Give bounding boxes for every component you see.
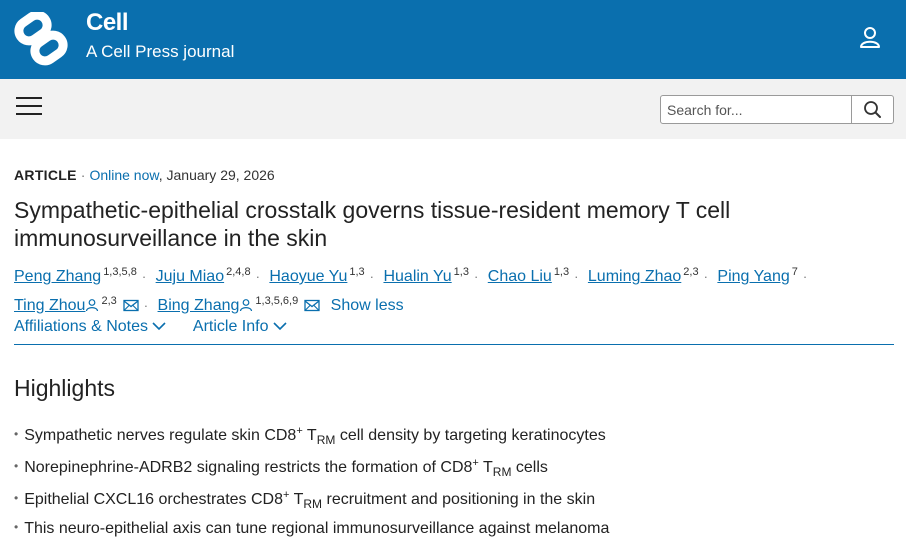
author-affiliation[interactable]: 1,3 bbox=[454, 266, 469, 278]
bullet-icon: • bbox=[14, 459, 19, 473]
user-account-icon[interactable] bbox=[856, 24, 884, 52]
author-affiliation[interactable]: 1,3 bbox=[554, 266, 569, 278]
search-input[interactable] bbox=[661, 96, 851, 123]
article-title: Sympathetic-epithelial crosstalk governs… bbox=[14, 197, 731, 251]
search-icon bbox=[864, 101, 881, 118]
author-affiliation[interactable]: 7 bbox=[792, 266, 798, 278]
highlight-item: • Sympathetic nerves regulate skin CD8+ T… bbox=[14, 420, 894, 452]
highlight-t: T bbox=[302, 427, 317, 444]
publish-date: January 29, 2026 bbox=[166, 167, 275, 183]
corresponding-author-icon[interactable] bbox=[85, 296, 99, 320]
author-item: Bing Zhang 1,3,5,6,9 bbox=[158, 295, 321, 314]
author-link[interactable]: Hualin Yu bbox=[383, 268, 451, 285]
tab-label: Article Info bbox=[192, 318, 269, 335]
top-bar: Cell A Cell Press journal bbox=[0, 0, 906, 79]
highlight-sub: RM bbox=[492, 465, 512, 479]
highlight-sub: RM bbox=[316, 433, 336, 447]
author-separator: · bbox=[369, 269, 375, 284]
author-link[interactable]: Haoyue Yu bbox=[269, 268, 347, 285]
author-separator: · bbox=[574, 269, 579, 284]
highlights-heading: Highlights bbox=[14, 375, 115, 401]
author-item: Peng Zhang 1,3,5,8 bbox=[14, 266, 137, 285]
highlight-item: • This neuro-epithelial axis can tune reg… bbox=[14, 516, 894, 548]
brand-name[interactable]: Cell bbox=[86, 9, 129, 37]
highlight-text: Sympathetic nerves regulate skin CD8 bbox=[24, 427, 297, 444]
highlight-t: T bbox=[289, 491, 304, 508]
chevron-down-icon bbox=[273, 322, 287, 331]
section-divider bbox=[14, 344, 894, 345]
author-link[interactable]: Ting Zhou bbox=[14, 297, 85, 314]
author-item: Ting Zhou 2,3 bbox=[14, 295, 139, 314]
search-box bbox=[660, 95, 894, 124]
author-item: Chao Liu 1,3 bbox=[488, 266, 569, 285]
chevron-down-icon bbox=[152, 322, 167, 331]
highlights-list: • Sympathetic nerves regulate skin CD8+ T… bbox=[14, 420, 894, 548]
email-icon[interactable] bbox=[123, 296, 139, 320]
author-link[interactable]: Juju Miao bbox=[156, 268, 224, 285]
meta-separator: · bbox=[80, 167, 86, 183]
author-affiliation[interactable]: 2,4,8 bbox=[226, 266, 250, 278]
tab-label: Affiliations & Notes bbox=[14, 318, 148, 335]
highlight-item: • Epithelial CXCL16 orchestrates CD8+ TRM… bbox=[14, 484, 894, 516]
author-separator: · bbox=[703, 269, 708, 284]
article-type: ARTICLE bbox=[14, 167, 77, 183]
author-item: Haoyue Yu 1,3 bbox=[269, 266, 364, 285]
author-item: Ping Yang 7 bbox=[717, 266, 798, 285]
bullet-icon: • bbox=[14, 427, 19, 441]
highlight-text: Norepinephrine-ADRB2 signaling restricts… bbox=[24, 459, 473, 476]
highlight-text: cell density by targeting keratinocytes bbox=[335, 427, 606, 444]
highlight-text: Epithelial CXCL16 orchestrates CD8 bbox=[24, 491, 283, 508]
search-button[interactable] bbox=[851, 96, 893, 123]
author-affiliation[interactable]: 1,3,5,6,9 bbox=[255, 295, 298, 307]
tab-article-info[interactable]: Article Info bbox=[193, 318, 287, 336]
author-separator: · bbox=[473, 269, 479, 284]
article-meta: ARTICLE · Online now, January 29, 2026 bbox=[14, 167, 275, 183]
corresponding-author-icon[interactable] bbox=[239, 296, 253, 320]
author-item: Hualin Yu 1,3 bbox=[383, 266, 469, 285]
online-now-link[interactable]: Online now bbox=[89, 167, 158, 183]
hamburger-menu-icon[interactable] bbox=[16, 97, 42, 119]
highlight-t: T bbox=[478, 459, 493, 476]
author-affiliation[interactable]: 2,3 bbox=[101, 295, 116, 307]
author-list: Peng Zhang 1,3,5,8 · Juju Miao 2,4,8 · Haoyu… bbox=[14, 260, 894, 320]
highlight-text: recruitment and positioning in the skin bbox=[322, 491, 596, 508]
author-separator: · bbox=[802, 269, 808, 284]
author-item: Luming Zhao 2,3 bbox=[588, 266, 699, 285]
author-link[interactable]: Bing Zhang bbox=[158, 297, 240, 314]
tab-affiliations[interactable]: Affiliations & Notes bbox=[14, 318, 167, 336]
cell-logo-icon[interactable] bbox=[14, 10, 70, 71]
author-separator: · bbox=[143, 298, 149, 313]
author-separator: · bbox=[255, 269, 260, 284]
highlight-text: cells bbox=[511, 459, 548, 476]
author-affiliation[interactable]: 1,3,5,8 bbox=[103, 266, 137, 278]
highlight-text: This neuro-epithelial axis can tune regi… bbox=[24, 520, 610, 537]
author-affiliation[interactable]: 1,3 bbox=[349, 266, 364, 278]
highlight-item: • Norepinephrine-ADRB2 signaling restrict… bbox=[14, 452, 894, 484]
author-link[interactable]: Ping Yang bbox=[717, 268, 789, 285]
show-less-link[interactable]: Show less bbox=[331, 297, 404, 314]
meta-comma: , bbox=[158, 167, 167, 183]
author-link[interactable]: Luming Zhao bbox=[588, 268, 681, 285]
bullet-icon: • bbox=[14, 491, 19, 505]
email-icon[interactable] bbox=[304, 296, 320, 320]
bullet-icon: • bbox=[14, 520, 19, 534]
author-item: Juju Miao 2,4,8 bbox=[156, 266, 251, 285]
author-link[interactable]: Peng Zhang bbox=[14, 268, 101, 285]
brand-subtitle: A Cell Press journal bbox=[86, 42, 235, 61]
highlight-sub: RM bbox=[303, 497, 323, 511]
author-affiliation[interactable]: 2,3 bbox=[683, 266, 698, 278]
article-tabs: Affiliations & Notes Article Info bbox=[14, 318, 309, 336]
author-link[interactable]: Chao Liu bbox=[488, 268, 552, 285]
nav-bar bbox=[0, 79, 906, 139]
author-separator: · bbox=[141, 269, 147, 284]
